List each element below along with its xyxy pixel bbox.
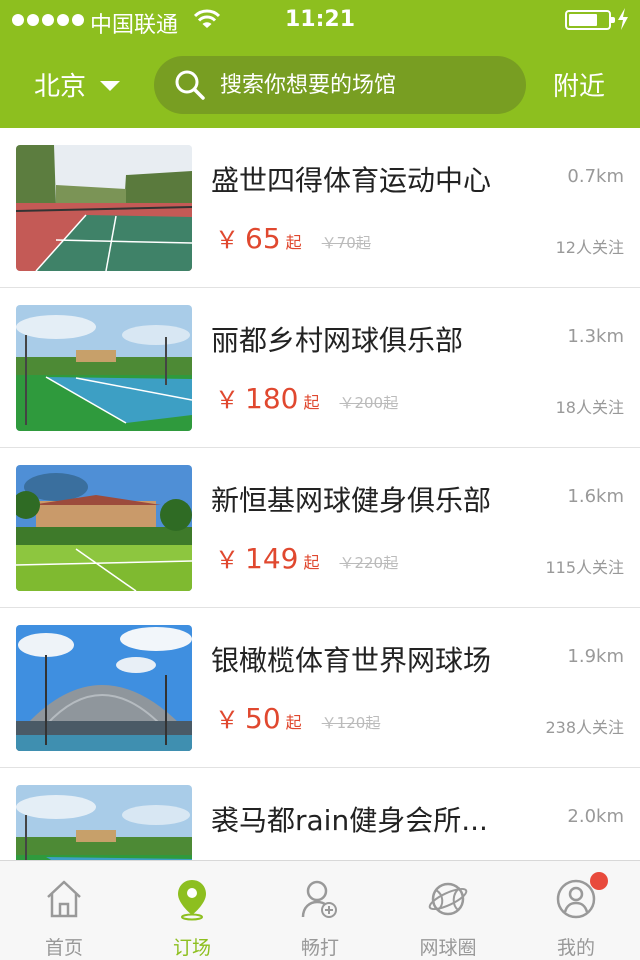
venue-name: 盛世四得体育运动中心 — [211, 164, 492, 197]
price-value: 50 — [245, 702, 281, 735]
venue-photo — [16, 785, 192, 860]
charging-icon — [618, 8, 628, 30]
venue-list-item[interactable]: 银橄榄体育世界网球场 1.9km ￥ 50 起 ￥120起 238人关注 — [0, 608, 640, 768]
tab-play[interactable]: 畅打 — [256, 861, 384, 960]
price-suffix: 起 — [303, 393, 320, 412]
venue-name: 新恒基网球健身俱乐部 — [211, 484, 492, 517]
player-add-icon — [301, 880, 337, 918]
nearby-button[interactable]: 附近 — [553, 66, 605, 103]
venue-distance: 1.9km — [567, 646, 624, 667]
venue-list-item[interactable]: 丽都乡村网球俱乐部 1.3km ￥ 180 起 ￥200起 18人关注 — [0, 288, 640, 448]
tennis-ball-icon — [428, 882, 468, 916]
city-label: 北京 — [34, 72, 87, 102]
tab-label: 我的 — [556, 937, 595, 959]
chevron-down-icon — [100, 80, 121, 91]
venue-distance: 1.6km — [567, 486, 624, 507]
currency-symbol: ￥ — [215, 706, 239, 734]
original-price: ￥220起 — [339, 554, 399, 572]
venue-price: ￥ 149 起 ￥220起 — [215, 540, 398, 575]
search-bar[interactable] — [154, 56, 526, 114]
tab-profile[interactable]: 我的 — [512, 861, 640, 960]
venue-photo — [16, 625, 192, 751]
follower-count: 18人关注 — [555, 398, 624, 417]
follower-count: 238人关注 — [545, 718, 624, 737]
price-value: 180 — [245, 382, 299, 415]
currency-symbol: ￥ — [215, 546, 239, 574]
venue-list-item[interactable]: 裘马都rain健身会所... 2.0km — [0, 768, 640, 860]
original-price: ￥200起 — [339, 394, 399, 412]
tab-label: 首页 — [44, 937, 83, 959]
price-suffix: 起 — [285, 713, 302, 732]
battery-icon — [565, 10, 615, 30]
follower-count: 115人关注 — [545, 558, 624, 577]
venue-list[interactable]: 盛世四得体育运动中心 0.7km ￥ 65 起 ￥70起 12人关注 丽都乡村网… — [0, 128, 640, 860]
original-price: ￥120起 — [321, 714, 381, 732]
venue-list-item[interactable]: 盛世四得体育运动中心 0.7km ￥ 65 起 ￥70起 12人关注 — [0, 128, 640, 288]
price-suffix: 起 — [285, 233, 302, 252]
tab-tennis-circle[interactable]: 网球圈 — [384, 861, 512, 960]
bottom-tab-bar: 首页 订场 畅打 网球圈 我的 — [0, 860, 640, 960]
venue-name: 银橄榄体育世界网球场 — [211, 644, 492, 677]
venue-distance: 0.7km — [567, 166, 624, 187]
venue-list-item[interactable]: 新恒基网球健身俱乐部 1.6km ￥ 149 起 ￥220起 115人关注 — [0, 448, 640, 608]
price-value: 65 — [245, 222, 281, 255]
follower-count: 12人关注 — [555, 238, 624, 257]
search-input[interactable] — [220, 72, 510, 98]
tab-book-court[interactable]: 订场 — [128, 861, 256, 960]
home-icon — [47, 880, 81, 918]
venue-distance: 1.3km — [567, 326, 624, 347]
venue-photo — [16, 465, 192, 591]
venue-photo — [16, 305, 192, 431]
original-price: ￥70起 — [321, 234, 371, 252]
price-suffix: 起 — [303, 553, 320, 572]
currency-symbol: ￥ — [215, 226, 239, 254]
city-selector[interactable]: 北京 — [34, 66, 121, 103]
status-bar: 中国联通 11:21 — [0, 0, 640, 40]
tab-label: 畅打 — [300, 937, 339, 959]
venue-name: 丽都乡村网球俱乐部 — [211, 324, 464, 357]
venue-price: ￥ 50 起 ￥120起 — [215, 700, 380, 735]
tab-home[interactable]: 首页 — [0, 861, 128, 960]
venue-distance: 2.0km — [567, 806, 624, 827]
venue-photo — [16, 145, 192, 271]
clock: 11:21 — [284, 7, 356, 32]
tab-label: 订场 — [172, 937, 211, 959]
location-pin-icon — [178, 880, 206, 921]
search-icon — [175, 70, 205, 100]
top-header: 中国联通 11:21 北京 附近 — [0, 0, 640, 128]
venue-price: ￥ 180 起 ￥200起 — [215, 380, 398, 415]
price-value: 149 — [245, 542, 299, 575]
notification-badge — [590, 872, 608, 890]
venue-name: 裘马都rain健身会所... — [211, 804, 488, 837]
venue-price: ￥ 65 起 ￥70起 — [215, 220, 371, 255]
currency-symbol: ￥ — [215, 386, 239, 414]
tab-label: 网球圈 — [419, 937, 477, 959]
